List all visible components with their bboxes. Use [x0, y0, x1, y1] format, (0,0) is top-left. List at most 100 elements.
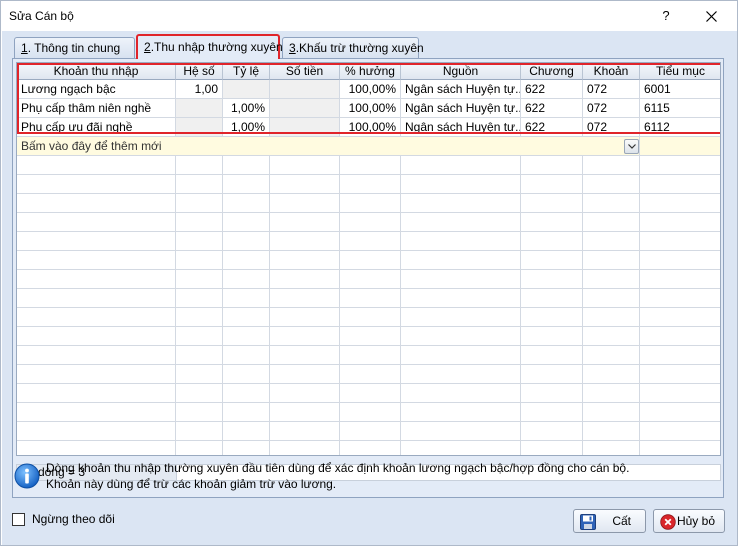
empty-cell: [640, 270, 720, 289]
cell-percent-entitled[interactable]: 100,00%: [340, 99, 401, 118]
column-header-source[interactable]: Nguồn: [401, 63, 521, 80]
table-row[interactable]: Phụ cấp thâm niên nghề 1,00% 100,00% Ngân s…: [17, 99, 720, 118]
empty-cell: [583, 403, 640, 422]
cell-sub-item[interactable]: 6115: [640, 99, 720, 118]
empty-cell: [340, 232, 401, 251]
empty-cell: [521, 403, 583, 422]
empty-row: [17, 384, 720, 403]
cell-item-code[interactable]: 072: [583, 118, 640, 137]
cell-income-item[interactable]: Phụ cấp thâm niên nghề: [17, 99, 176, 118]
empty-cell: [17, 346, 176, 365]
close-button[interactable]: [691, 3, 731, 29]
empty-cell: [176, 384, 223, 403]
cell-rate[interactable]: 1,00%: [223, 99, 270, 118]
tab-general-info[interactable]: 1. Thông tin chung: [14, 37, 135, 59]
cell-income-item[interactable]: Lương ngạch bậc: [17, 80, 176, 99]
cell-source[interactable]: Ngân sách Huyện tự...: [401, 80, 521, 99]
cell-coefficient[interactable]: [176, 99, 223, 118]
empty-row: [17, 365, 720, 384]
column-header-chapter[interactable]: Chương: [521, 63, 583, 80]
info-text-line-2: Khoản này dùng để trừ các khoản giảm trừ…: [46, 477, 337, 491]
tab-regular-income-number: 2: [144, 40, 151, 54]
cell-source[interactable]: Ngân sách Huyện tự...: [401, 118, 521, 137]
add-new-row[interactable]: Bấm vào đây để thêm mới: [17, 137, 720, 156]
empty-cell: [521, 175, 583, 194]
empty-cell: [17, 213, 176, 232]
empty-row: [17, 175, 720, 194]
column-header-item-code[interactable]: Khoản: [583, 63, 640, 80]
empty-cell: [583, 289, 640, 308]
cell-chapter[interactable]: 622: [521, 118, 583, 137]
empty-cell: [583, 441, 640, 455]
cell-coefficient[interactable]: [176, 118, 223, 137]
column-header-percent-entitled[interactable]: % hưởng: [340, 63, 401, 80]
add-new-row-text[interactable]: Bấm vào đây để thêm mới: [17, 137, 640, 156]
empty-row: [17, 422, 720, 441]
empty-cell: [583, 384, 640, 403]
empty-cell: [270, 213, 340, 232]
empty-row: [17, 403, 720, 422]
column-header-rate[interactable]: Tỷ lệ: [223, 63, 270, 80]
cell-sub-item[interactable]: 6001: [640, 80, 720, 99]
cell-chapter[interactable]: 622: [521, 80, 583, 99]
table-row[interactable]: Lương ngạch bậc 1,00 100,00% Ngân sách Huyệ…: [17, 80, 720, 99]
empty-cell: [223, 441, 270, 455]
empty-cell: [521, 194, 583, 213]
cell-percent-entitled[interactable]: 100,00%: [340, 80, 401, 99]
empty-cell: [340, 213, 401, 232]
income-grid[interactable]: Khoản thu nhập Hệ số Tỷ lệ Số tiền% hưởng Ng…: [16, 62, 721, 456]
empty-cell: [521, 270, 583, 289]
empty-cell: [176, 251, 223, 270]
empty-cell: [270, 156, 340, 175]
cell-source[interactable]: Ngân sách Huyện tự...: [401, 99, 521, 118]
floppy-disk-icon: [580, 514, 596, 530]
save-button[interactable]: Cất: [573, 509, 646, 533]
column-header-sub-item[interactable]: Tiểu mục: [640, 63, 720, 80]
cell-rate[interactable]: [223, 80, 270, 99]
empty-cell: [176, 308, 223, 327]
cell-sub-item[interactable]: 6112: [640, 118, 720, 137]
cell-rate[interactable]: 1,00%: [223, 118, 270, 137]
cell-amount[interactable]: [270, 99, 340, 118]
empty-cell: [401, 327, 521, 346]
column-header-coefficient[interactable]: Hệ số: [176, 63, 223, 80]
empty-cell: [583, 327, 640, 346]
save-button-label: Cất: [612, 514, 631, 528]
dialog-body: 1. Thông tin chung 2.Thu nhập thường xuy…: [2, 31, 737, 545]
empty-cell: [223, 289, 270, 308]
tab-regular-deduction[interactable]: 3.Khấu trừ thường xuyên: [282, 37, 424, 59]
cell-item-code[interactable]: 072: [583, 99, 640, 118]
cell-item-code[interactable]: 072: [583, 80, 640, 99]
cell-percent-entitled[interactable]: 100,00%: [340, 118, 401, 137]
column-header-income-item[interactable]: Khoản thu nhập: [17, 63, 176, 80]
stop-tracking-label[interactable]: Ngừng theo dõi: [32, 512, 115, 526]
empty-row: [17, 194, 720, 213]
tab-regular-income[interactable]: 2.Thu nhập thường xuyên: [136, 34, 283, 59]
help-button[interactable]: ?: [653, 3, 679, 29]
cell-chapter[interactable]: 622: [521, 99, 583, 118]
empty-row: [17, 232, 720, 251]
empty-cell: [521, 308, 583, 327]
empty-cell: [17, 422, 176, 441]
column-header-amount[interactable]: Số tiền: [270, 63, 340, 80]
cancel-button[interactable]: Hủy bỏ: [653, 509, 725, 533]
cell-amount[interactable]: [270, 118, 340, 137]
empty-cell: [17, 194, 176, 213]
empty-cell: [340, 384, 401, 403]
table-row[interactable]: Phụ cấp ưu đãi nghề 1,00% 100,00% Ngân sách…: [17, 118, 720, 137]
cancel-button-label: Hủy bỏ: [676, 514, 715, 528]
empty-cell: [340, 403, 401, 422]
empty-cell: [223, 327, 270, 346]
add-row-dropdown[interactable]: [624, 139, 639, 154]
stop-tracking-checkbox[interactable]: [12, 513, 25, 526]
empty-cell: [401, 422, 521, 441]
empty-cell: [270, 403, 340, 422]
empty-cell: [640, 175, 720, 194]
empty-cell: [176, 346, 223, 365]
empty-cell: [176, 232, 223, 251]
cell-coefficient[interactable]: 1,00: [176, 80, 223, 99]
cell-income-item[interactable]: Phụ cấp ưu đãi nghề: [17, 118, 176, 137]
cell-amount[interactable]: [270, 80, 340, 99]
empty-cell: [340, 270, 401, 289]
empty-cell: [340, 441, 401, 455]
